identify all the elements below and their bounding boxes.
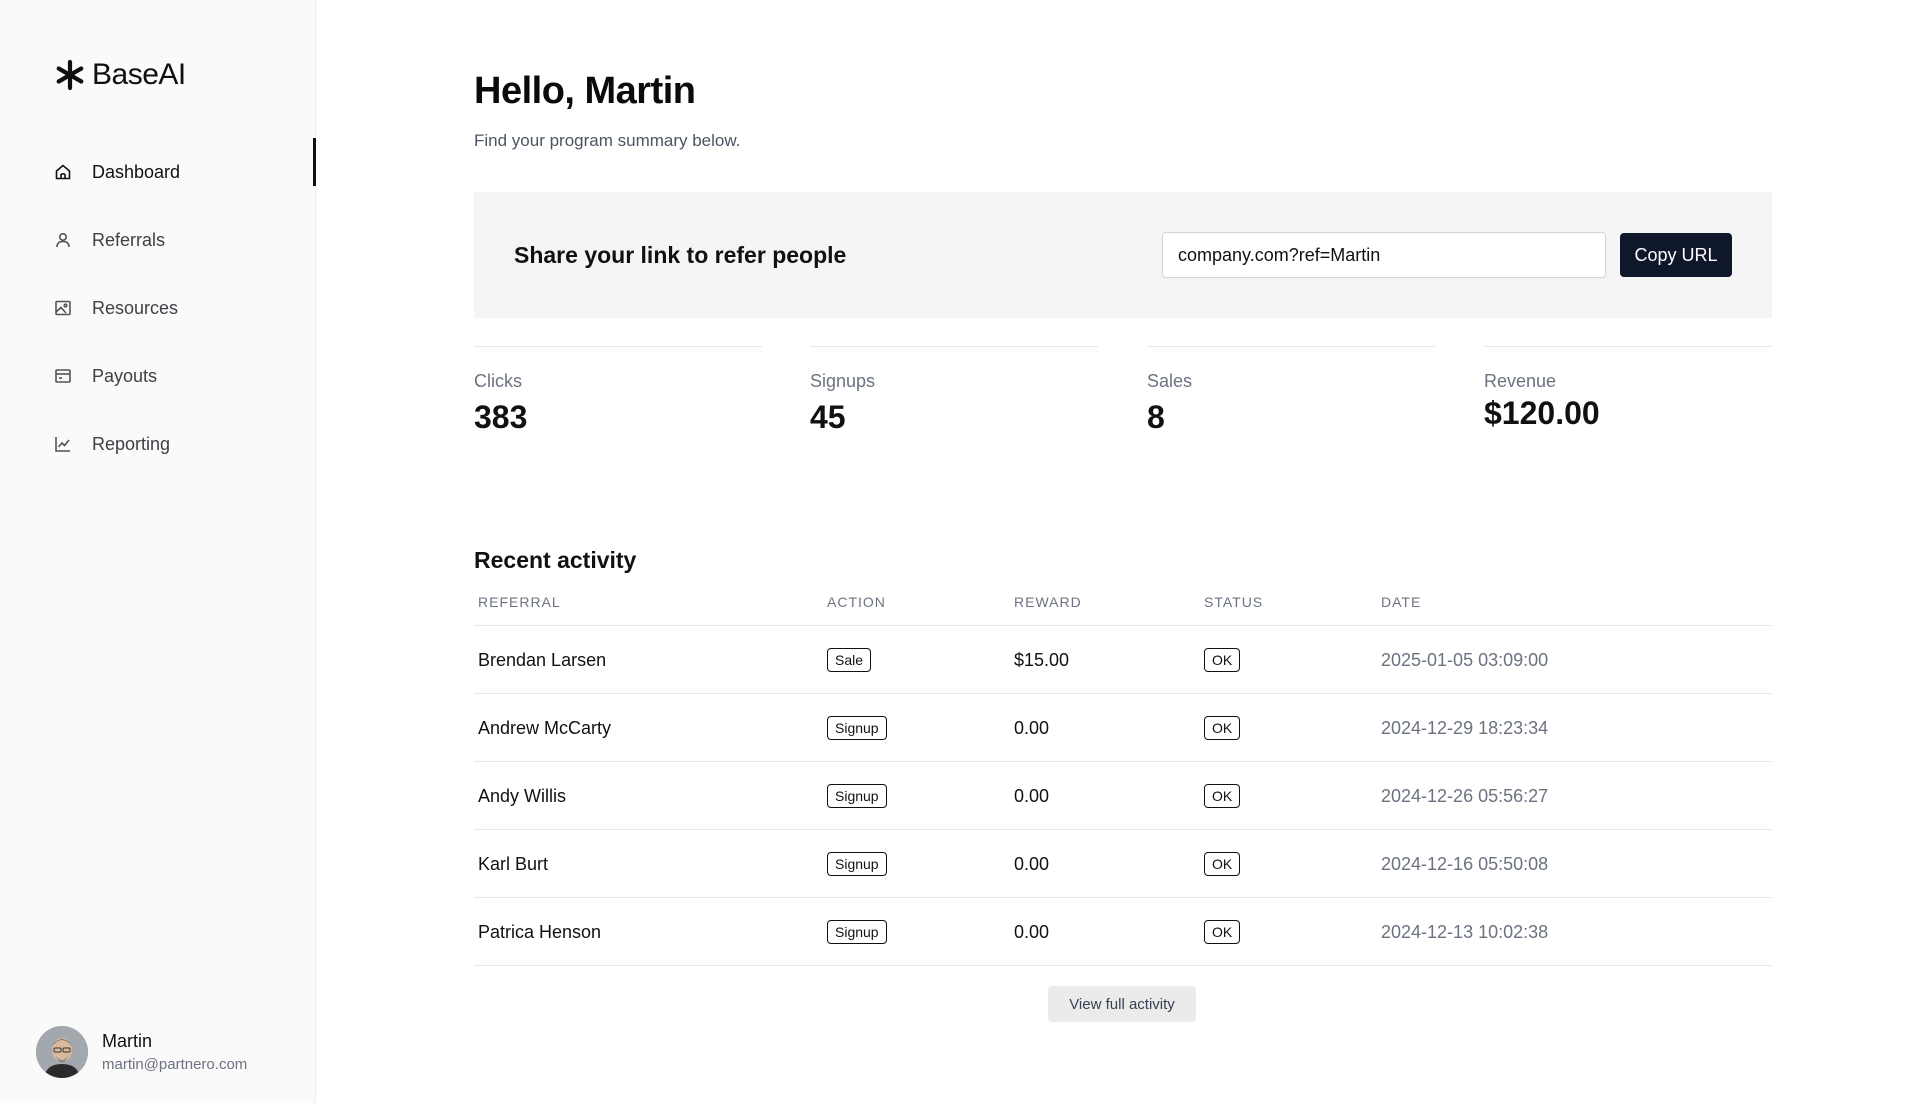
- share-link-panel: Share your link to refer people Copy URL: [474, 192, 1772, 318]
- activity-date: 2024-12-16 05:50:08: [1381, 853, 1549, 874]
- action-badge: Signup: [827, 716, 887, 740]
- user-icon: [56, 232, 70, 248]
- stat-label: Signups: [810, 371, 876, 391]
- activity-date: 2025-01-05 03:09:00: [1381, 649, 1549, 670]
- action-badge: Signup: [827, 920, 887, 944]
- brand-name: BaseAI: [92, 58, 186, 91]
- sidebar-nav: Dashboard Referrals Resources Payouts Re…: [0, 138, 316, 478]
- table-row[interactable]: Brendan Larsen Sale $15.00 OK 2025-01-05…: [474, 626, 1772, 694]
- brand-logo[interactable]: BaseAI: [54, 58, 186, 92]
- activity-date: 2024-12-29 18:23:34: [1381, 717, 1549, 738]
- user-email: martin@partnero.com: [102, 1056, 248, 1073]
- reward-value: 0.00: [1014, 785, 1050, 806]
- stat-revenue: Revenue $120.00: [1484, 346, 1772, 446]
- stat-clicks: Clicks 383: [474, 346, 762, 446]
- referral-name: Andrew McCarty: [478, 717, 612, 738]
- recent-activity-title: Recent activity: [474, 547, 637, 573]
- status-badge: OK: [1204, 852, 1241, 876]
- table-row[interactable]: Andrew McCarty Signup 0.00 OK 2024-12-29…: [474, 694, 1772, 762]
- share-title: Share your link to refer people: [514, 242, 847, 268]
- user-profile[interactable]: Martin martin@partnero.com: [36, 1026, 247, 1078]
- column-header-referral: Referral: [478, 594, 561, 610]
- avatar: [36, 1026, 88, 1078]
- table-row[interactable]: Patrica Henson Signup 0.00 OK 2024-12-13…: [474, 898, 1772, 966]
- stat-signups: Signups 45: [810, 346, 1098, 446]
- status-badge: OK: [1204, 784, 1241, 808]
- column-header-date: Date: [1381, 594, 1422, 610]
- stat-value: $120.00: [1484, 395, 1600, 431]
- page-title: Hello, Martin: [474, 70, 696, 112]
- table-row[interactable]: Andy Willis Signup 0.00 OK 2024-12-26 05…: [474, 762, 1772, 830]
- sidebar-item-reporting[interactable]: Reporting: [0, 410, 316, 478]
- action-badge: Signup: [827, 784, 887, 808]
- home-icon: [55, 164, 71, 180]
- referral-name: Karl Burt: [478, 853, 549, 874]
- sidebar-item-payouts[interactable]: Payouts: [0, 342, 316, 410]
- sidebar-item-resources[interactable]: Resources: [0, 274, 316, 342]
- avatar-image: [36, 1026, 88, 1078]
- sidebar-item-label: Payouts: [92, 365, 158, 386]
- wallet-icon: [55, 369, 71, 383]
- reward-value: 0.00: [1014, 921, 1050, 942]
- sidebar-item-label: Resources: [92, 297, 179, 318]
- column-header-action: Action: [827, 594, 886, 610]
- stat-label: Sales: [1147, 371, 1193, 391]
- sidebar-item-label: Referrals: [92, 229, 166, 250]
- view-full-activity-button[interactable]: View full activity: [1048, 986, 1196, 1022]
- sidebar-item-referrals[interactable]: Referrals: [0, 206, 316, 274]
- asterisk-logo-icon: [56, 59, 84, 91]
- copy-url-button[interactable]: Copy URL: [1620, 233, 1732, 277]
- referral-name: Patrica Henson: [478, 921, 602, 942]
- referral-url-input[interactable]: [1162, 232, 1606, 278]
- status-badge: OK: [1204, 648, 1241, 672]
- status-badge: OK: [1204, 920, 1241, 944]
- table-header: Referral Action Reward Status Date: [474, 586, 1772, 626]
- activity-date: 2024-12-26 05:56:27: [1381, 785, 1549, 806]
- action-badge: Sale: [827, 648, 872, 672]
- reward-value: 0.00: [1014, 717, 1050, 738]
- stat-value: 383: [474, 399, 528, 435]
- referral-name: Andy Willis: [478, 785, 567, 806]
- status-badge: OK: [1204, 716, 1241, 740]
- stat-sales: Sales 8: [1147, 346, 1435, 446]
- referral-name: Brendan Larsen: [478, 649, 607, 670]
- sidebar: BaseAI Dashboard Referrals Resources Pay…: [0, 0, 316, 1103]
- stats-row: Clicks 383 Signups 45 Sales 8 Revenue $1…: [474, 346, 1772, 446]
- sidebar-item-label: Dashboard: [92, 161, 181, 182]
- action-badge: Signup: [827, 852, 887, 876]
- activity-date: 2024-12-13 10:02:38: [1381, 921, 1549, 942]
- line-chart-icon: [55, 437, 70, 452]
- column-header-reward: Reward: [1014, 594, 1082, 610]
- column-header-status: Status: [1204, 594, 1264, 610]
- page-subtitle: Find your program summary below.: [474, 131, 741, 150]
- sidebar-item-dashboard[interactable]: Dashboard: [0, 138, 316, 206]
- user-name: Martin: [102, 1031, 153, 1051]
- stat-value: 8: [1147, 399, 1165, 435]
- stat-label: Revenue: [1484, 371, 1557, 391]
- sidebar-item-label: Reporting: [92, 433, 171, 454]
- table-row[interactable]: Karl Burt Signup 0.00 OK 2024-12-16 05:5…: [474, 830, 1772, 898]
- reward-value: 0.00: [1014, 853, 1050, 874]
- activity-table: Referral Action Reward Status Date Brend…: [474, 586, 1772, 966]
- stat-label: Clicks: [474, 371, 522, 391]
- stat-value: 45: [810, 399, 846, 435]
- reward-value: $15.00: [1014, 649, 1070, 670]
- image-icon: [55, 300, 71, 316]
